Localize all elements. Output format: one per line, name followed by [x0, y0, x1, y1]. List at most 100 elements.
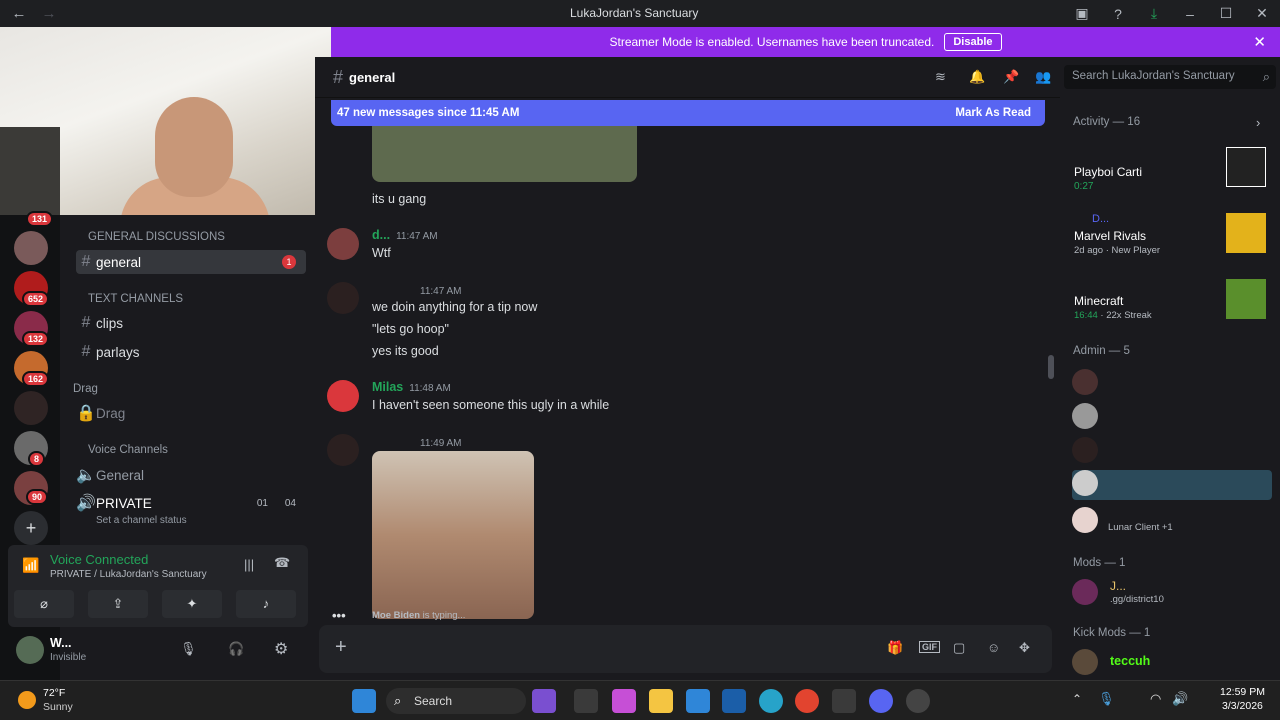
message-image[interactable]: [372, 451, 534, 619]
message-author[interactable]: Milas 11:48 AM: [372, 380, 451, 394]
voice-channel-general[interactable]: 🔈 General: [76, 463, 306, 487]
clock-date[interactable]: 3/3/2026: [1222, 700, 1263, 712]
server-icon[interactable]: [14, 391, 48, 425]
bell-icon[interactable]: 🔔: [969, 69, 985, 85]
disconnect-icon[interactable]: ☎: [274, 555, 290, 571]
new-messages-bar[interactable]: 47 new messages since 11:45 AM Mark As R…: [331, 100, 1045, 126]
sticker-icon[interactable]: ▢: [953, 640, 965, 656]
member-item[interactable]: [1072, 403, 1272, 433]
avatar[interactable]: [327, 434, 359, 466]
taskbar-search[interactable]: ⌕ Search: [386, 688, 526, 714]
app-icon[interactable]: [906, 689, 930, 713]
app-icon[interactable]: [722, 689, 746, 713]
disable-button[interactable]: Disable: [944, 33, 1002, 51]
chat-area: # general ≋ 🔔 📌 👥 47 new messages since …: [315, 57, 1060, 680]
category-voice-channels[interactable]: Voice Channels: [88, 444, 168, 456]
camera-off-button[interactable]: ⌀: [14, 590, 74, 618]
avatar[interactable]: [327, 380, 359, 412]
volume-icon[interactable]: 🔊: [1172, 691, 1188, 707]
inbox-icon[interactable]: ▣: [1064, 5, 1100, 22]
discord-icon[interactable]: [869, 689, 893, 713]
threads-icon[interactable]: ≋: [935, 69, 946, 85]
member-item[interactable]: teccuh: [1072, 649, 1272, 679]
help-icon[interactable]: ?: [1100, 6, 1136, 22]
activity-title: Playboi Carti: [1074, 165, 1143, 179]
add-attachment-icon[interactable]: +: [335, 636, 347, 659]
wifi-icon[interactable]: ◠: [1150, 691, 1161, 707]
noise-suppression-icon[interactable]: |||: [244, 557, 254, 572]
chevron-right-icon[interactable]: ›: [1256, 115, 1260, 130]
member-item[interactable]: [1072, 437, 1272, 467]
member-item[interactable]: Lunar Client +1: [1072, 507, 1272, 537]
message-text: I haven't seen someone this ugly in a wh…: [372, 398, 610, 412]
badge: 132: [22, 331, 50, 347]
forward-arrow-icon[interactable]: →: [38, 5, 60, 22]
store-icon[interactable]: [686, 689, 710, 713]
gif-icon[interactable]: GIF: [919, 641, 940, 653]
activity-card[interactable]: D... Marvel Rivals 2d ago · New Player: [1070, 209, 1275, 267]
close-window-icon[interactable]: ✕: [1244, 5, 1280, 22]
signal-icon[interactable]: 📶: [22, 557, 39, 574]
member-item[interactable]: [1072, 369, 1272, 399]
channel-parlays[interactable]: # parlays: [76, 340, 306, 364]
user-limit: 04: [284, 497, 296, 509]
category-general-discussions[interactable]: GENERAL DISCUSSIONS: [88, 231, 225, 243]
gear-icon[interactable]: ⚙: [274, 639, 288, 659]
category-text-channels[interactable]: TEXT CHANNELS: [88, 293, 183, 305]
channel-status[interactable]: Set a channel status: [96, 515, 187, 526]
activities-button[interactable]: ✦: [162, 590, 222, 618]
minimize-icon[interactable]: –: [1172, 6, 1208, 22]
avatar[interactable]: [16, 636, 44, 664]
emoji-icon[interactable]: ☺: [987, 640, 1000, 655]
channel-clips[interactable]: # clips: [76, 311, 306, 335]
clock-time[interactable]: 12:59 PM: [1220, 686, 1265, 698]
maximize-icon[interactable]: ☐: [1208, 5, 1244, 22]
members-icon[interactable]: 👥: [1035, 69, 1051, 85]
app-icon[interactable]: [574, 689, 598, 713]
mark-as-read-button[interactable]: Mark As Read: [955, 107, 1031, 119]
screen-share-button[interactable]: ⇪: [88, 590, 148, 618]
weather-sun-icon[interactable]: [18, 691, 36, 709]
pin-icon[interactable]: 📌: [1003, 69, 1019, 85]
microphone-icon[interactable]: 🎙: [1098, 691, 1115, 707]
message-author[interactable]: 11:49 AM: [372, 435, 462, 449]
add-server-button[interactable]: +: [14, 511, 48, 545]
avatar[interactable]: [327, 228, 359, 260]
server-icon[interactable]: [14, 231, 48, 265]
member-item[interactable]: J... .gg/district10: [1072, 579, 1272, 609]
channel-general[interactable]: # general 1: [76, 250, 306, 274]
message-author[interactable]: d... 11:47 AM: [372, 228, 438, 242]
apps-icon[interactable]: ✥: [1019, 640, 1030, 656]
soundboard-button[interactable]: ♪: [236, 590, 296, 618]
member-name: J...: [1110, 579, 1127, 593]
message-image[interactable]: [372, 126, 637, 182]
download-icon[interactable]: ⤓: [1136, 5, 1172, 22]
headphones-icon[interactable]: 🎧: [228, 641, 244, 657]
start-button[interactable]: [352, 689, 376, 713]
chrome-icon[interactable]: [795, 689, 819, 713]
avatar[interactable]: [327, 282, 359, 314]
close-icon[interactable]: ✕: [1253, 33, 1266, 51]
microphone-icon[interactable]: 🎙: [180, 641, 197, 657]
back-arrow-icon[interactable]: ←: [8, 5, 30, 22]
edge-icon[interactable]: [759, 689, 783, 713]
channel-drag[interactable]: 🔒 Drag: [76, 401, 306, 425]
member-item[interactable]: [1072, 470, 1272, 500]
chevron-up-icon[interactable]: ⌃: [1072, 692, 1082, 706]
voice-location[interactable]: PRIVATE / LukaJordan's Sanctuary: [50, 569, 207, 580]
search-input[interactable]: Search LukaJordan's Sanctuary ⌕: [1064, 65, 1276, 89]
message-input[interactable]: + 🎁 GIF ▢ ☺ ✥: [319, 625, 1052, 673]
activity-card[interactable]: Minecraft 16:44 · 22x Streak: [1070, 275, 1275, 333]
gift-icon[interactable]: 🎁: [887, 640, 903, 656]
copilot-icon[interactable]: [612, 689, 636, 713]
activity-header: Activity — 16: [1073, 116, 1141, 128]
message-author[interactable]: 11:47 AM: [372, 283, 462, 297]
dropbox-icon[interactable]: [832, 689, 856, 713]
voice-channel-private[interactable]: 🔊 PRIVATE 01 04: [76, 491, 306, 515]
user-status: Invisible: [50, 652, 87, 663]
category-drag[interactable]: Drag: [73, 383, 98, 395]
app-icon[interactable]: [532, 689, 556, 713]
file-explorer-icon[interactable]: [649, 689, 673, 713]
scrollbar[interactable]: [1048, 355, 1054, 379]
activity-card[interactable]: Playboi Carti 0:27: [1070, 143, 1275, 201]
